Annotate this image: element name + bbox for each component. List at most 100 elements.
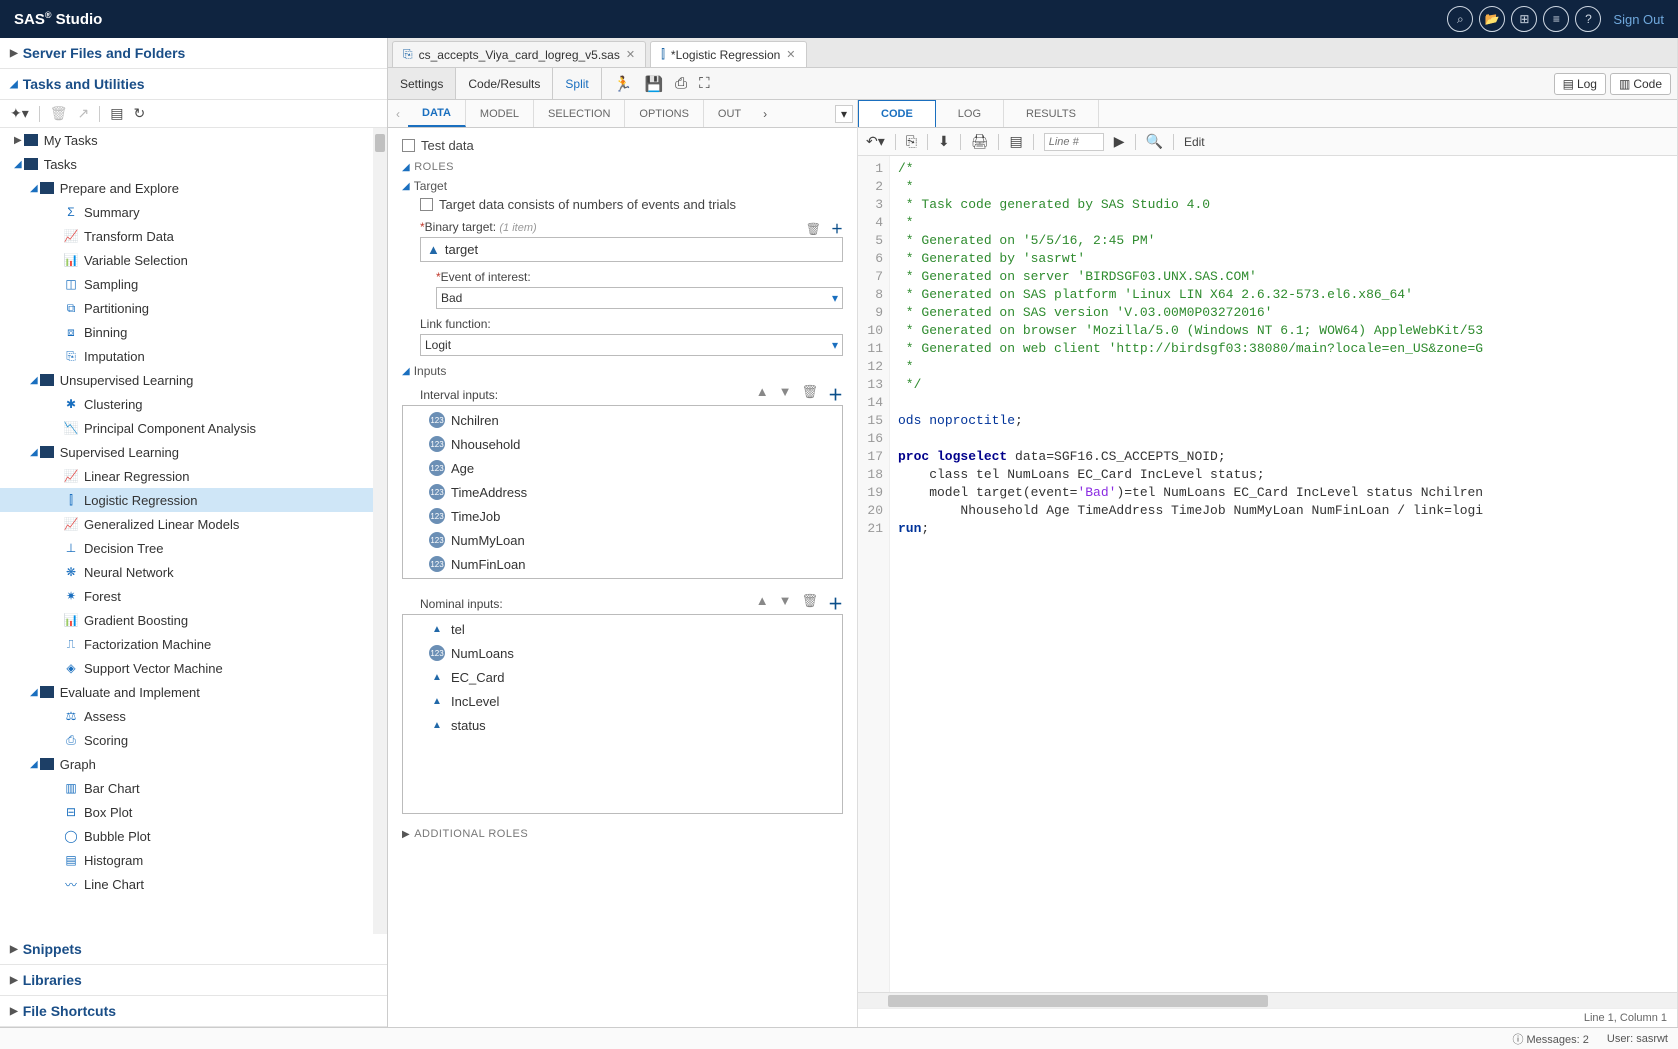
tab-logistic-regression[interactable]: ⫿*Logistic Regression✕ [650, 41, 806, 67]
tree-imputation[interactable]: ⎘Imputation [0, 344, 387, 368]
toolbar-code-button[interactable]: ▥Code [1610, 73, 1671, 95]
tree-box-plot[interactable]: ⊟Box Plot [0, 800, 387, 824]
tree-gradient-boosting[interactable]: 📊Gradient Boosting [0, 608, 387, 632]
section-server-files[interactable]: ▶Server Files and Folders [0, 38, 387, 69]
tree-decision-tree[interactable]: ⊥Decision Tree [0, 536, 387, 560]
section-file-shortcuts[interactable]: ▶File Shortcuts [0, 996, 387, 1027]
tree-clustering[interactable]: ✱Clustering [0, 392, 387, 416]
apps-icon[interactable]: ⊞ [1511, 6, 1537, 32]
binary-target-field[interactable]: ▲target [420, 237, 843, 262]
add-icon[interactable]: ＋ [828, 593, 843, 614]
tree-variable-selection[interactable]: 📊Variable Selection [0, 248, 387, 272]
help-icon[interactable]: ? [1575, 6, 1601, 32]
nav-prev-icon[interactable]: ‹ [388, 107, 408, 121]
toolbar-log-button[interactable]: ▤Log [1554, 73, 1606, 95]
split-button[interactable]: Split [553, 68, 601, 99]
tree-neural-network[interactable]: ❋Neural Network [0, 560, 387, 584]
move-down-icon[interactable]: ▼ [779, 593, 792, 614]
list-item[interactable]: 123NumLoans [421, 641, 842, 665]
tree-line-chart[interactable]: 〰Line Chart [0, 872, 387, 896]
tree-tasks[interactable]: ◢Tasks [0, 152, 387, 176]
code-tab-code[interactable]: CODE [858, 100, 936, 127]
open-icon[interactable]: 📂 [1479, 6, 1505, 32]
tree-bubble-plot[interactable]: ◯Bubble Plot [0, 824, 387, 848]
subnav-options[interactable]: OPTIONS [625, 100, 704, 127]
tree-evaluate[interactable]: ◢Evaluate and Implement [0, 680, 387, 704]
list-item[interactable]: 123NumMyLoan [421, 528, 842, 552]
nominal-inputs-list[interactable]: ▲tel 123NumLoans ▲EC_Card ▲IncLevel ▲sta… [402, 614, 843, 814]
move-up-icon[interactable]: ▲ [756, 593, 769, 614]
tree-transform[interactable]: 📈Transform Data [0, 224, 387, 248]
section-libraries[interactable]: ▶Libraries [0, 965, 387, 996]
add-var-icon[interactable]: ＋ [831, 222, 843, 236]
list-item[interactable]: ▲status [421, 713, 842, 737]
list-item[interactable]: 123TimeAddress [421, 480, 842, 504]
code-editor[interactable]: 123456789101112131415161718192021 /* * *… [858, 156, 1677, 992]
tree-glm[interactable]: 📈Generalized Linear Models [0, 512, 387, 536]
nav-next-icon[interactable]: › [755, 107, 775, 121]
tree-factorization-machine[interactable]: ⎍Factorization Machine [0, 632, 387, 656]
tree-binning[interactable]: ⧈Binning [0, 320, 387, 344]
code-tab-results[interactable]: RESULTS [1004, 100, 1099, 127]
messages-status[interactable]: ⓘ Messages: 2 [1512, 1031, 1588, 1047]
tree-scoring[interactable]: ⎙Scoring [0, 728, 387, 752]
tree-pca[interactable]: 📉Principal Component Analysis [0, 416, 387, 440]
tree-linear-regression[interactable]: 📈Linear Regression [0, 464, 387, 488]
move-down-icon[interactable]: ▼ [779, 384, 792, 405]
tree-svm[interactable]: ◈Support Vector Machine [0, 656, 387, 680]
properties-icon[interactable]: ▤ [110, 105, 123, 122]
download-code-icon[interactable]: ⬇ [938, 133, 950, 150]
move-up-icon[interactable]: ▲ [756, 384, 769, 405]
tree-partitioning[interactable]: ⧉Partitioning [0, 296, 387, 320]
search-icon[interactable]: ⌕ [1447, 6, 1473, 32]
refresh-icon[interactable]: ↻ [134, 105, 146, 122]
tree-prepare-explore[interactable]: ◢Prepare and Explore [0, 176, 387, 200]
add-icon[interactable]: ＋ [828, 384, 843, 405]
code-results-button[interactable]: Code/Results [456, 68, 553, 99]
find-icon[interactable]: 🔍 [1146, 133, 1163, 150]
section-tasks-utilities[interactable]: ◢Tasks and Utilities [0, 69, 387, 100]
open-location-icon[interactable]: ↗ [78, 105, 90, 122]
tree-summary[interactable]: ΣSummary [0, 200, 387, 224]
code-tab-log[interactable]: LOG [936, 100, 1004, 127]
link-function-select[interactable]: Logit▾ [420, 334, 843, 356]
run-icon[interactable]: 🏃 [614, 75, 633, 93]
event-of-interest-select[interactable]: Bad▾ [436, 287, 843, 309]
print-icon[interactable]: 🖨 [971, 133, 989, 150]
delete-icon[interactable]: 🗑 [801, 593, 818, 614]
checkbox-icon[interactable] [420, 198, 433, 211]
subsection-target[interactable]: ◢Target [402, 179, 843, 193]
copy-code-icon[interactable]: ⎘ [906, 133, 917, 150]
settings-button[interactable]: Settings [388, 68, 456, 99]
tree-unsupervised[interactable]: ◢Unsupervised Learning [0, 368, 387, 392]
section-roles[interactable]: ◢ROLES [402, 161, 843, 173]
list-item[interactable]: 123NumFinLoan [421, 552, 842, 576]
target-events-trials-checkbox[interactable]: Target data consists of numbers of event… [402, 197, 843, 212]
close-icon[interactable]: ✕ [786, 48, 795, 61]
list-item[interactable]: ▲tel [421, 617, 842, 641]
delete-icon[interactable]: 🗑 [801, 384, 818, 405]
delete-icon[interactable]: 🗑 [50, 105, 68, 122]
fullscreen-icon[interactable]: ⛶ [699, 75, 710, 92]
list-item[interactable]: 123Nchilren [421, 408, 842, 432]
tree-my-tasks[interactable]: ▶My Tasks [0, 128, 387, 152]
section-additional-roles[interactable]: ▶ADDITIONAL ROLES [402, 828, 843, 840]
tree-forest[interactable]: ✷Forest [0, 584, 387, 608]
format-code-icon[interactable]: ▤ [1009, 133, 1022, 150]
list-item[interactable]: ▲IncLevel [421, 689, 842, 713]
section-snippets[interactable]: ▶Snippets [0, 934, 387, 965]
list-item[interactable]: 123TimeJob [421, 504, 842, 528]
tree-sampling[interactable]: ◫Sampling [0, 272, 387, 296]
list-item[interactable]: 123Age [421, 456, 842, 480]
saveas-icon[interactable]: ⎙ [675, 75, 687, 92]
undo-icon[interactable]: ↶▾ [866, 133, 885, 150]
tree-histogram[interactable]: ▤Histogram [0, 848, 387, 872]
subsection-inputs[interactable]: ◢Inputs [402, 364, 843, 378]
subnav-data[interactable]: DATA [408, 100, 466, 127]
horizontal-scrollbar[interactable] [858, 992, 1677, 1008]
tree-logistic-regression[interactable]: ⫿Logistic Regression [0, 488, 387, 512]
code-area[interactable]: /* * * Task code generated by SAS Studio… [890, 156, 1677, 992]
subnav-model[interactable]: MODEL [466, 100, 534, 127]
test-data-checkbox[interactable]: Test data [402, 138, 843, 153]
menu-icon[interactable]: ≡ [1543, 6, 1569, 32]
